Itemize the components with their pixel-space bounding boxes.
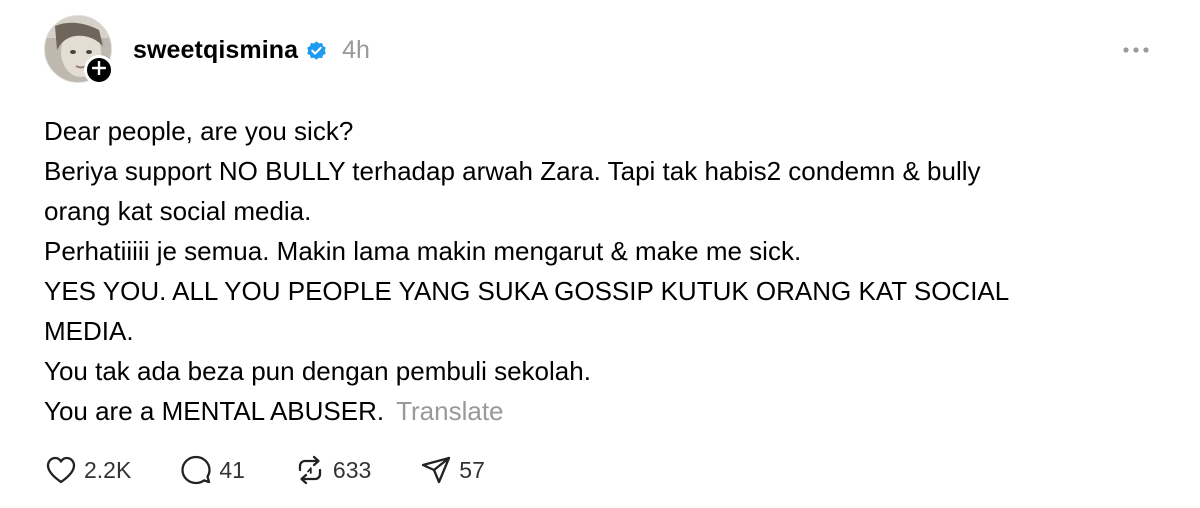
speech-bubble-icon	[179, 453, 213, 487]
heart-icon	[44, 453, 78, 487]
post-header: sweetqismina 4h	[133, 32, 370, 68]
username-link[interactable]: sweetqismina	[133, 36, 298, 65]
share-count: 57	[459, 456, 485, 483]
post-text-line: You tak ada beza pun dengan pembuli seko…	[44, 356, 591, 386]
reply-button[interactable]: 41	[179, 452, 245, 488]
more-options-button[interactable]	[1120, 36, 1152, 64]
post-text-line: You are a MENTAL ABUSER.	[44, 396, 385, 426]
thread-post: sweetqismina 4h Dear people, are you sic…	[0, 0, 1200, 508]
post-text-line: MEDIA.	[44, 316, 134, 346]
verified-badge-icon	[305, 39, 328, 62]
repost-button[interactable]: 633	[293, 452, 371, 488]
avatar-container[interactable]	[44, 15, 114, 85]
post-text-line: YES YOU. ALL YOU PEOPLE YANG SUKA GOSSIP…	[44, 276, 1010, 306]
translate-link[interactable]: Translate	[396, 396, 503, 426]
post-text-line: Beriya support NO BULLY terhadap arwah Z…	[44, 156, 981, 186]
post-text-line: Dear people, are you sick?	[44, 116, 354, 146]
post-actions: 2.2K 41 633 57	[44, 452, 533, 488]
send-icon	[419, 453, 453, 487]
repost-icon	[293, 453, 327, 487]
share-button[interactable]: 57	[419, 452, 485, 488]
follow-button[interactable]	[84, 55, 114, 85]
post-text-line: Perhatiiiii je semua. Makin lama makin m…	[44, 236, 802, 266]
post-text-last-line: You are a MENTAL ABUSER. Translate	[44, 391, 1164, 431]
post-text-line: orang kat social media.	[44, 196, 312, 226]
like-button[interactable]: 2.2K	[44, 452, 131, 488]
post-body: Dear people, are you sick? Beriya suppor…	[44, 111, 1164, 431]
plus-icon	[91, 60, 107, 80]
more-horizontal-icon	[1122, 41, 1150, 59]
repost-count: 633	[332, 456, 372, 483]
post-timestamp[interactable]: 4h	[342, 36, 370, 65]
like-count: 2.2K	[84, 456, 132, 483]
reply-count: 41	[219, 456, 245, 483]
